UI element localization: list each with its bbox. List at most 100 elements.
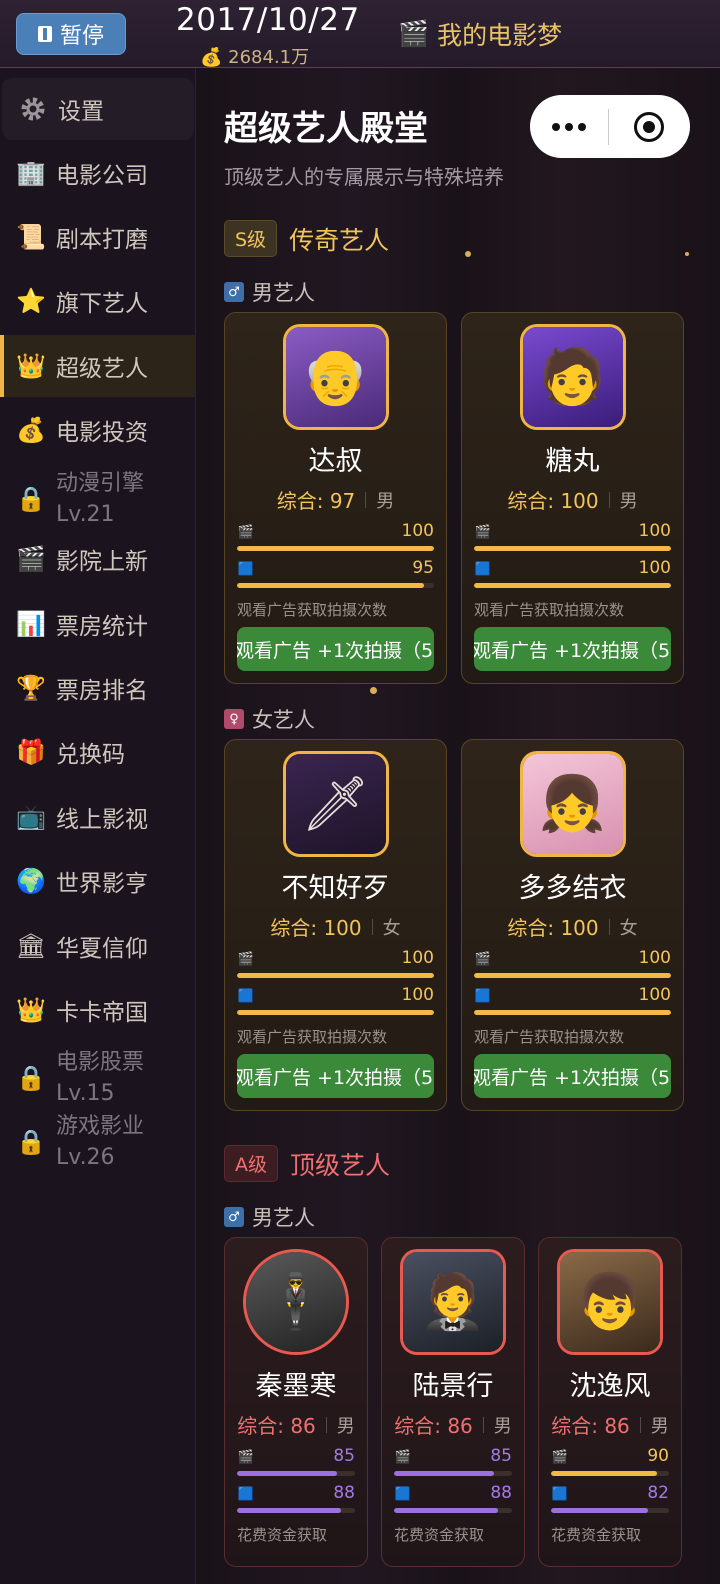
gender-label: 男艺人 [252,281,315,305]
sidebar-item-world-mogul[interactable]: 🌍 世界影亨 [0,850,196,912]
sidebar-item-online-streaming[interactable]: 📺 线上影视 [0,786,196,848]
sidebar-item-redeem-code[interactable]: 🎁 兑换码 [0,721,196,783]
artist-score: 综合: 100 女 [225,912,446,941]
acting-value: 100 [401,948,434,968]
sidebar-item-signed-artists[interactable]: ⭐ 旗下艺人 [0,270,196,332]
sidebar-item-film-investment[interactable]: 💰 电影投资 [0,399,196,461]
male-icon: ♂ [224,282,244,302]
gender-label: 女艺人 [252,708,315,732]
clapper-icon: 🎬 [398,19,430,48]
artist-avatar: 🤵 [403,1252,503,1352]
artist-card[interactable]: 👧 多多结衣 综合: 100 女 🎬 100 🟦 100 观看广告获取拍摄次数 观看广… [461,739,684,1111]
acting-value: 85 [333,1446,355,1466]
artist-score: 综合: 86 男 [225,1410,367,1439]
watch-ad-label: 观看广告 +1次拍摄（5 [474,639,671,662]
artist-gender: 女 [619,917,638,939]
star-icon: ⭐ [16,287,46,315]
acting-value: 85 [490,1446,512,1466]
watch-ad-button[interactable]: 观看广告 +1次拍摄（5 [237,627,434,671]
gender-header-male: ♂ 男艺人 [224,1202,315,1232]
gender-label: 男艺人 [252,1206,315,1230]
artist-card[interactable]: 🧑 糖丸 综合: 100 男 🎬 100 🟦 100 观看广告获取拍摄次数 观看广告 … [461,312,684,684]
lock-icon: 🔒 [16,1127,46,1156]
crown-icon: 👑 [16,996,46,1024]
score-value: 综合: 86 [394,1414,473,1438]
tier-name: 传奇艺人 [289,225,390,255]
watch-ad-button[interactable]: 观看广告 +1次拍摄（5 [474,1054,671,1098]
gender-header-male: ♂ 男艺人 [224,277,315,307]
sidebar-item-huaxia-faith[interactable]: 🏛 华夏信仰 [0,915,196,977]
more-menu-button[interactable] [530,122,608,131]
artist-name: 糖丸 [545,446,600,477]
sidebar-item-box-office-stats[interactable]: 📊 票房统计 [0,593,196,655]
sidebar-item-script-polish[interactable]: 📜 剧本打磨 [0,206,196,268]
sidebar-item-super-artists[interactable]: 👑 超级艺人 [0,335,196,397]
money-bag-icon: 💰 [200,47,223,68]
card-icon: 🟦 [474,988,492,1004]
card-icon: 🟦 [237,988,255,1004]
artist-avatar: 🧑 [522,327,623,427]
card-hint: 花费资金获取 [394,1526,485,1544]
sidebar-item-label: 电影投资 [56,420,148,446]
artist-card[interactable]: 🗡 不知好歹 综合: 100 女 🎬 100 🟦 100 观看广告获取拍摄次数 观看广… [224,739,447,1111]
sidebar-item-level: Lv.26 [56,1145,115,1170]
gift-icon: 🎁 [16,738,46,766]
tier-badge: A级 [224,1145,278,1182]
artist-card[interactable]: 👦 沈逸风 综合: 86 男 🎬 90 🟦 82 花费资金获取 [538,1237,682,1567]
sidebar-item-settings[interactable]: 设置 [2,78,194,140]
artist-card[interactable]: 🕴 秦墨寒 综合: 86 男 🎬 85 🟦 88 花费资金获取 [224,1237,368,1567]
artist-avatar: 👴 [285,327,386,427]
watch-ad-button[interactable]: 观看广告 +1次拍摄（5 [474,627,671,671]
sidebar-item-box-office-ranking[interactable]: 🏆 票房排名 [0,657,196,719]
artist-card[interactable]: 🤵 陆景行 综合: 86 男 🎬 85 🟦 88 花费资金获取 [381,1237,525,1567]
money-display: 💰 2684.1万 [200,43,309,69]
artist-score: 综合: 86 男 [382,1410,524,1439]
scroll-icon: 📜 [16,223,46,251]
sidebar-item-label: 旗下艺人 [56,291,148,317]
card-hint: 花费资金获取 [551,1526,642,1544]
artist-avatar: 🗡 [285,754,386,854]
artist-name: 秦墨寒 [255,1371,337,1402]
sidebar-item-kaka-empire[interactable]: 👑 卡卡帝国 [0,979,196,1041]
score-value: 综合: 100 [507,489,599,513]
charm-stat: 🟦 100 [237,985,434,1022]
artist-card[interactable]: 👴 达叔 综合: 97 男 🎬 100 🟦 95 观看广告获取拍摄次数 观看广告 +1… [224,312,447,684]
watch-ad-button[interactable]: 观看广告 +1次拍摄（5 [237,1054,434,1098]
acting-bar [474,546,671,551]
acting-bar [551,1471,658,1476]
score-value: 综合: 86 [237,1414,316,1438]
card-hint: 花费资金获取 [237,1526,328,1544]
globe-icon: 🌍 [16,867,46,895]
close-program-button[interactable] [609,111,689,142]
charm-stat: 🟦 88 [394,1483,512,1520]
charm-stat: 🟦 100 [474,985,671,1022]
card-hint: 观看广告获取拍摄次数 [474,601,625,619]
acting-stat: 🎬 85 [394,1446,512,1483]
acting-value: 90 [647,1446,669,1466]
pause-button[interactable]: 暂停 [16,13,126,55]
sidebar-item-anime-engine[interactable]: 🔒 动漫引擎 Lv.21 [0,464,196,534]
artist-score: 综合: 100 男 [462,485,683,514]
acting-bar [474,973,671,978]
card-icon: 🟦 [394,1486,412,1502]
sidebar-item-game-studio[interactable]: 🔒 游戏影业 Lv.26 [0,1107,196,1177]
charm-bar [474,583,671,588]
score-value: 综合: 86 [551,1414,630,1438]
sidebar-item-film-company[interactable]: 🏢 电影公司 [0,142,196,204]
artist-gender: 男 [650,1415,669,1437]
sidebar-item-label: 剧本打磨 [56,227,148,253]
artist-avatar: 👦 [560,1252,660,1352]
charm-value: 100 [638,985,671,1005]
sidebar-item-cinema-new[interactable]: 🎬 影院上新 [0,528,196,590]
clapper-icon: 🎬 [237,1449,255,1465]
sidebar-item-film-stocks[interactable]: 🔒 电影股票 Lv.15 [0,1043,196,1113]
watch-ad-label: 观看广告 +1次拍摄（5 [237,1066,434,1089]
clapper-icon: 🎬 [16,545,46,573]
acting-stat: 🎬 100 [474,948,671,985]
charm-bar [551,1508,648,1513]
clapper-icon: 🎬 [237,524,255,540]
card-icon: 🟦 [474,561,492,577]
artist-gender: 男 [376,490,395,512]
gear-icon [18,94,48,124]
sidebar-item-label: 设置 [58,99,104,125]
